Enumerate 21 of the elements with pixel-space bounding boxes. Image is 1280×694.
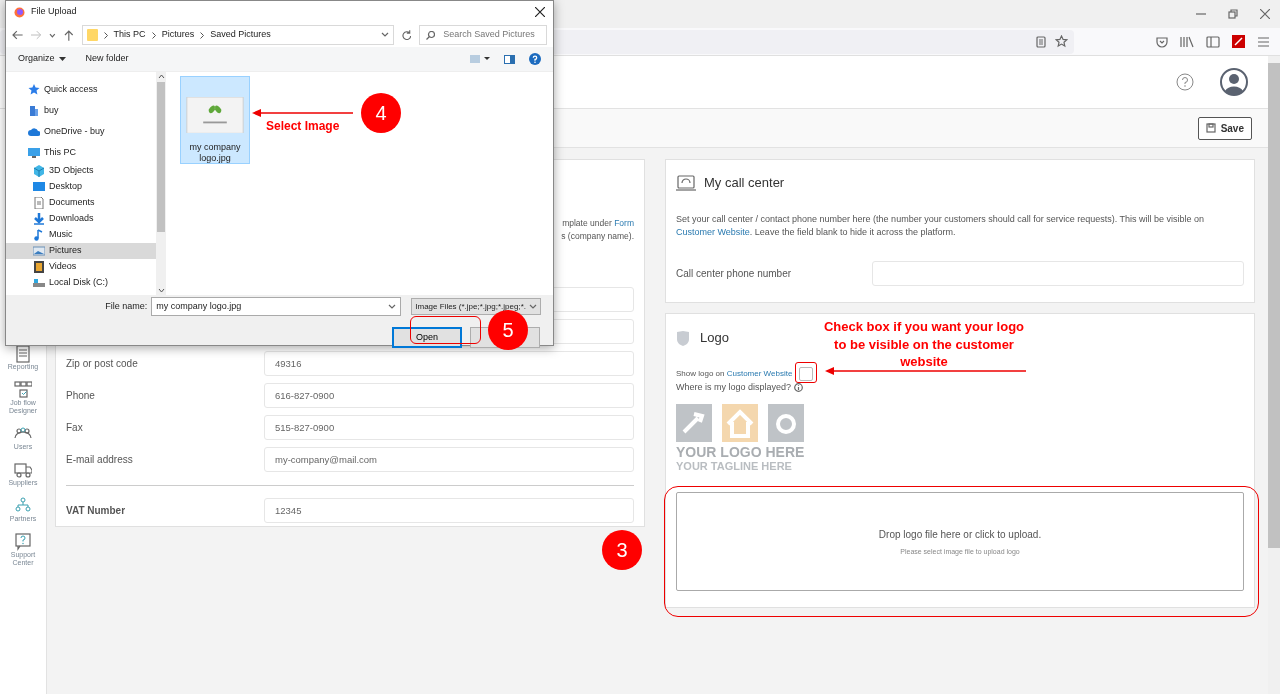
annotation-text: Check box if you want your logo to be visible on the customer website [822,318,1026,371]
step-number-marker: 3 [602,530,642,570]
checkbox-label: Show logo on Customer Website [676,367,793,380]
field-label: Phone [66,388,96,403]
description-text: mplate under Form [562,217,634,230]
field-label: VAT Number [66,503,127,518]
annotation-text: Select Image [266,118,340,135]
description-text: Set your call center / contact phone number here (the number your customers should call for service requests). This will be visible on Customer Website. Leave the field blank to hide it across the platform. [676,213,1206,239]
field-label: Zip or post code [66,356,139,371]
card-title: My call center [704,174,785,193]
field-label: File name: [105,299,148,313]
field-label: Fax [66,420,84,435]
description-text: s (company name). [561,230,634,243]
help-text: Where is my logo displayed? [676,380,792,394]
field-label: Call center phone number [676,266,793,281]
field-label: E-mail address [66,452,134,467]
dropzone-title: Drop logo file here or click to upload. [878,527,1042,542]
tagline-placeholder-text: YOUR TAGLINE HERE [676,460,792,473]
card-title: Logo [700,329,729,347]
logo-placeholder-text: YOUR LOGO HERE [676,445,805,461]
dialog-title: File Upload [31,5,77,19]
